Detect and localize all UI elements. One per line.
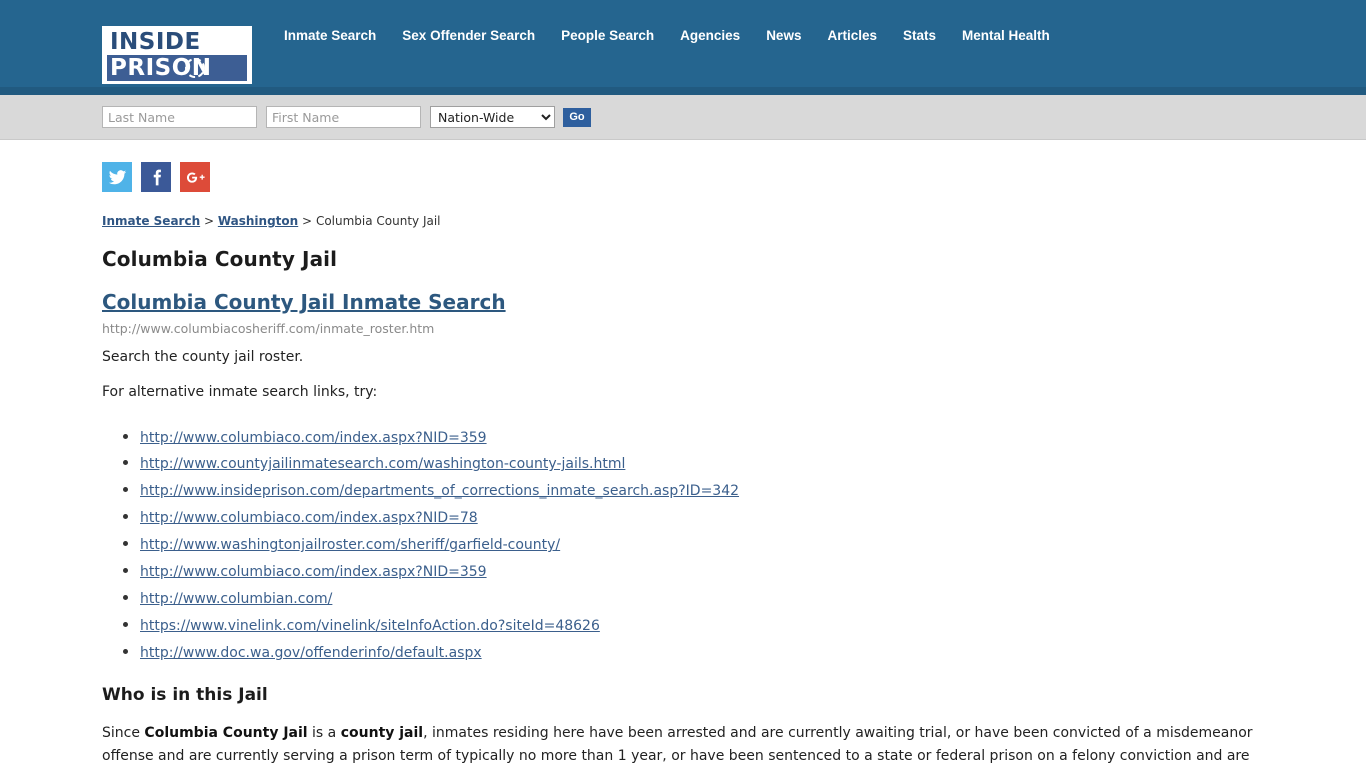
search-scope-select[interactable]: Nation-Wide (430, 106, 555, 128)
list-item: http://www.columbiaco.com/index.aspx?NID… (140, 558, 1276, 584)
main-navigation: Inmate Search Sex Offender Search People… (284, 28, 1065, 43)
alt-links-intro: For alternative inmate search links, try… (102, 384, 378, 401)
alt-link[interactable]: http://www.washingtonjailroster.com/sher… (140, 537, 560, 553)
list-item: https://www.vinelink.com/vinelink/siteIn… (140, 612, 1276, 638)
nav-item-inmate-search[interactable]: Inmate Search (284, 28, 391, 43)
who-jail-type: county jail (340, 724, 424, 741)
alt-link[interactable]: http://www.columbiaco.com/index.aspx?NID… (140, 430, 487, 446)
alt-link[interactable]: http://www.columbiaco.com/index.aspx?NID… (140, 564, 487, 580)
site-header: INSIDE PRISON Inmate Search Sex Offender… (0, 0, 1366, 95)
list-item: http://www.columbiaco.com/index.aspx?NID… (140, 504, 1276, 530)
nav-item-people-search[interactable]: People Search (561, 28, 669, 43)
twitter-icon (108, 169, 126, 184)
page-title: Columbia County Jail (102, 247, 338, 271)
breadcrumb-current: Columbia County Jail (315, 214, 441, 228)
first-name-input[interactable] (266, 106, 421, 128)
google-plus-icon (186, 171, 205, 183)
list-item: http://www.columbiaco.com/index.aspx?NID… (140, 424, 1276, 450)
quick-search-bar: Nation-Wide Go (0, 95, 1366, 140)
logo-text-inside: INSIDE (107, 30, 247, 55)
alt-link[interactable]: http://www.columbian.com/ (140, 591, 332, 607)
alt-link[interactable]: http://www.countyjailinmatesearch.com/wa… (140, 456, 625, 472)
facebook-icon (153, 169, 161, 185)
header-inner: INSIDE PRISON Inmate Search Sex Offender… (0, 0, 1366, 95)
list-item: http://www.insideprison.com/departments_… (140, 477, 1276, 503)
jail-description: Search the county jail roster. (102, 349, 304, 365)
inmate-search-heading: Columbia County Jail Inmate Search (102, 290, 1276, 314)
alt-link[interactable]: http://www.doc.wa.gov/offenderinfo/defau… (140, 645, 482, 661)
breadcrumb-separator-1: > (203, 214, 215, 228)
list-item: http://www.countyjailinmatesearch.com/wa… (140, 450, 1276, 476)
last-name-input[interactable] (102, 106, 257, 128)
nav-item-news[interactable]: News (766, 28, 816, 43)
breadcrumb-link-inmate-search[interactable]: Inmate Search (102, 214, 200, 228)
twitter-share-button[interactable] (102, 162, 132, 192)
alt-link[interactable]: http://www.insideprison.com/departments_… (140, 483, 739, 499)
who-section-title: Who is in this Jail (102, 684, 268, 705)
list-item: http://www.doc.wa.gov/offenderinfo/defau… (140, 639, 1276, 665)
who-paragraph: Since Columbia County Jail is a county j… (102, 722, 1276, 768)
barbed-wire-circle-icon (185, 58, 205, 78)
inmate-search-link[interactable]: Columbia County Jail Inmate Search (102, 290, 506, 314)
list-item: http://www.washingtonjailroster.com/sher… (140, 531, 1276, 557)
nav-item-sex-offender-search[interactable]: Sex Offender Search (402, 28, 550, 43)
nav-item-articles[interactable]: Articles (827, 28, 892, 43)
alt-link[interactable]: http://www.columbiaco.com/index.aspx?NID… (140, 510, 478, 526)
source-url: http://www.columbiacosheriff.com/inmate_… (102, 321, 435, 336)
who-text-part-2: is a (307, 724, 341, 741)
nav-item-agencies[interactable]: Agencies (680, 28, 755, 43)
alt-link[interactable]: https://www.vinelink.com/vinelink/siteIn… (140, 618, 600, 634)
who-jail-name: Columbia County Jail (144, 724, 308, 741)
googleplus-share-button[interactable] (180, 162, 210, 192)
breadcrumb: Inmate Search > Washington > Columbia Co… (102, 214, 1276, 228)
nav-item-mental-health[interactable]: Mental Health (962, 28, 1065, 43)
site-logo[interactable]: INSIDE PRISON (102, 26, 252, 84)
logo-text-prison: PRISON (107, 55, 247, 81)
header-accent-band (0, 87, 1366, 95)
social-share-row (0, 140, 1366, 192)
search-go-button[interactable]: Go (563, 107, 591, 127)
facebook-share-button[interactable] (141, 162, 171, 192)
who-text-part-1: Since (102, 724, 145, 741)
alternative-links-list: http://www.columbiaco.com/index.aspx?NID… (102, 424, 1276, 665)
page-content: Inmate Search > Washington > Columbia Co… (0, 192, 1366, 768)
list-item: http://www.columbian.com/ (140, 585, 1276, 611)
breadcrumb-separator-2: > (302, 214, 313, 228)
nav-item-stats[interactable]: Stats (903, 28, 951, 43)
breadcrumb-link-washington[interactable]: Washington (218, 214, 298, 228)
